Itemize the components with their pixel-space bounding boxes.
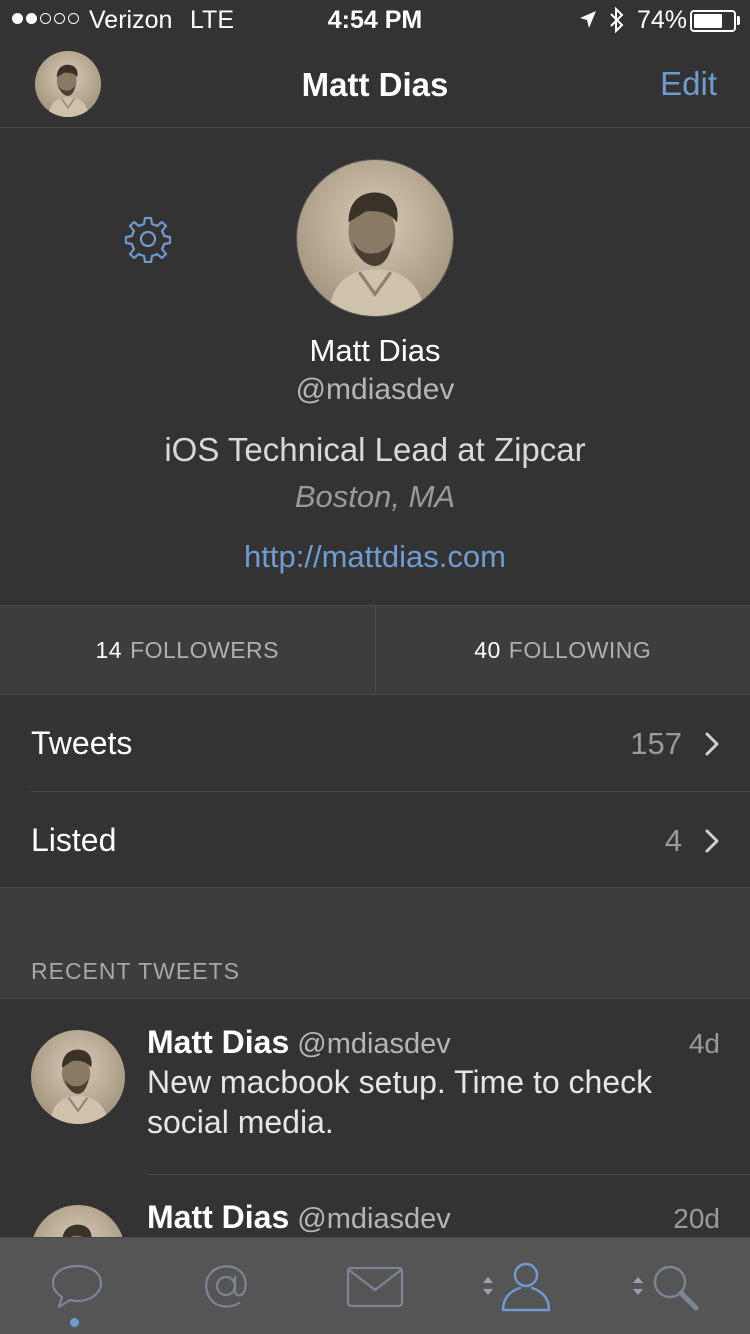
profile-header: Matt Dias @mdiasdev iOS Technical Lead a… (0, 129, 750, 605)
at-sign-icon (205, 1265, 247, 1308)
tweet-author: Matt Dias @mdiasdev (147, 1024, 451, 1061)
profile-name: Matt Dias (309, 333, 441, 368)
following-button[interactable]: 40 FOLLOWING (374, 606, 750, 694)
followers-button[interactable]: 14 FOLLOWERS (0, 606, 375, 694)
profile-bio: iOS Technical Lead at Zipcar (164, 431, 586, 468)
profile-url-link[interactable]: http://mattdias.com (0, 539, 750, 575)
tweet-author-name: Matt Dias (147, 1199, 290, 1235)
tweet-cell[interactable]: Matt Dias @mdiasdev 4d New macbook setup.… (0, 1000, 750, 1174)
battery-tip (737, 16, 740, 25)
chevron-right-icon (705, 732, 719, 756)
page-title: Matt Dias (301, 66, 449, 103)
following-count: 40 (474, 636, 501, 663)
tweet-author: Matt Dias @mdiasdev (147, 1199, 451, 1236)
tweet-avatar[interactable] (31, 1205, 125, 1237)
tweets-row[interactable]: Tweets 157 (0, 695, 750, 791)
profile-avatar[interactable] (296, 159, 454, 317)
tab-bar (0, 1237, 750, 1334)
active-tab-indicator (70, 1318, 79, 1327)
tweet-author-handle: @mdiasdev (297, 1203, 451, 1235)
tweet-timestamp: 20d (673, 1203, 720, 1234)
chevron-right-icon (705, 829, 719, 853)
tab-switcher-arrows-icon (633, 1277, 643, 1295)
listed-row-label: Listed (31, 822, 117, 858)
profile-handle: @mdiasdev (295, 373, 455, 406)
tweet-cell[interactable]: Matt Dias @mdiasdev 20d (0, 1175, 750, 1237)
edit-button[interactable]: Edit (660, 65, 717, 103)
tweets-row-label: Tweets (31, 725, 133, 761)
tab-mentions[interactable] (150, 1238, 300, 1334)
tab-profile[interactable] (450, 1238, 600, 1334)
recent-tweets-section-header: RECENT TWEETS (0, 887, 750, 999)
tweets-row-count: 157 (630, 726, 682, 761)
tweet-timestamp: 4d (688, 1028, 720, 1059)
tweet-author-name: Matt Dias (147, 1024, 290, 1060)
tab-search[interactable] (600, 1238, 750, 1334)
following-label: FOLLOWING (508, 636, 652, 663)
followers-label: FOLLOWERS (130, 636, 279, 663)
battery-icon (690, 10, 736, 32)
speech-bubble-icon (51, 1264, 103, 1309)
follow-stats: 14 FOLLOWERS 40 FOLLOWING (0, 605, 750, 695)
bluetooth-icon (610, 7, 624, 33)
tweet-text: New macbook setup. Time to check social … (147, 1064, 653, 1140)
tab-timeline[interactable] (0, 1238, 150, 1334)
followers-count: 14 (95, 636, 123, 663)
location-arrow-icon (580, 11, 596, 28)
tweet-avatar[interactable] (31, 1030, 125, 1124)
tab-switcher-arrows-icon (483, 1277, 493, 1295)
status-bar: Verizon LTE 4:54 PM 74% (0, 0, 750, 40)
envelope-icon (346, 1266, 404, 1308)
tab-messages[interactable] (300, 1238, 450, 1334)
listed-row[interactable]: Listed 4 (0, 792, 750, 888)
section-title: RECENT TWEETS (31, 958, 240, 984)
navigation-bar: Matt Dias Edit (0, 40, 750, 128)
search-icon (653, 1265, 699, 1311)
person-icon (501, 1262, 551, 1312)
settings-gear-icon[interactable] (124, 215, 172, 263)
battery-percentage: 74% (637, 6, 688, 34)
tweet-author-handle: @mdiasdev (297, 1028, 451, 1060)
listed-row-count: 4 (664, 823, 682, 858)
profile-location: Boston, MA (294, 479, 456, 514)
